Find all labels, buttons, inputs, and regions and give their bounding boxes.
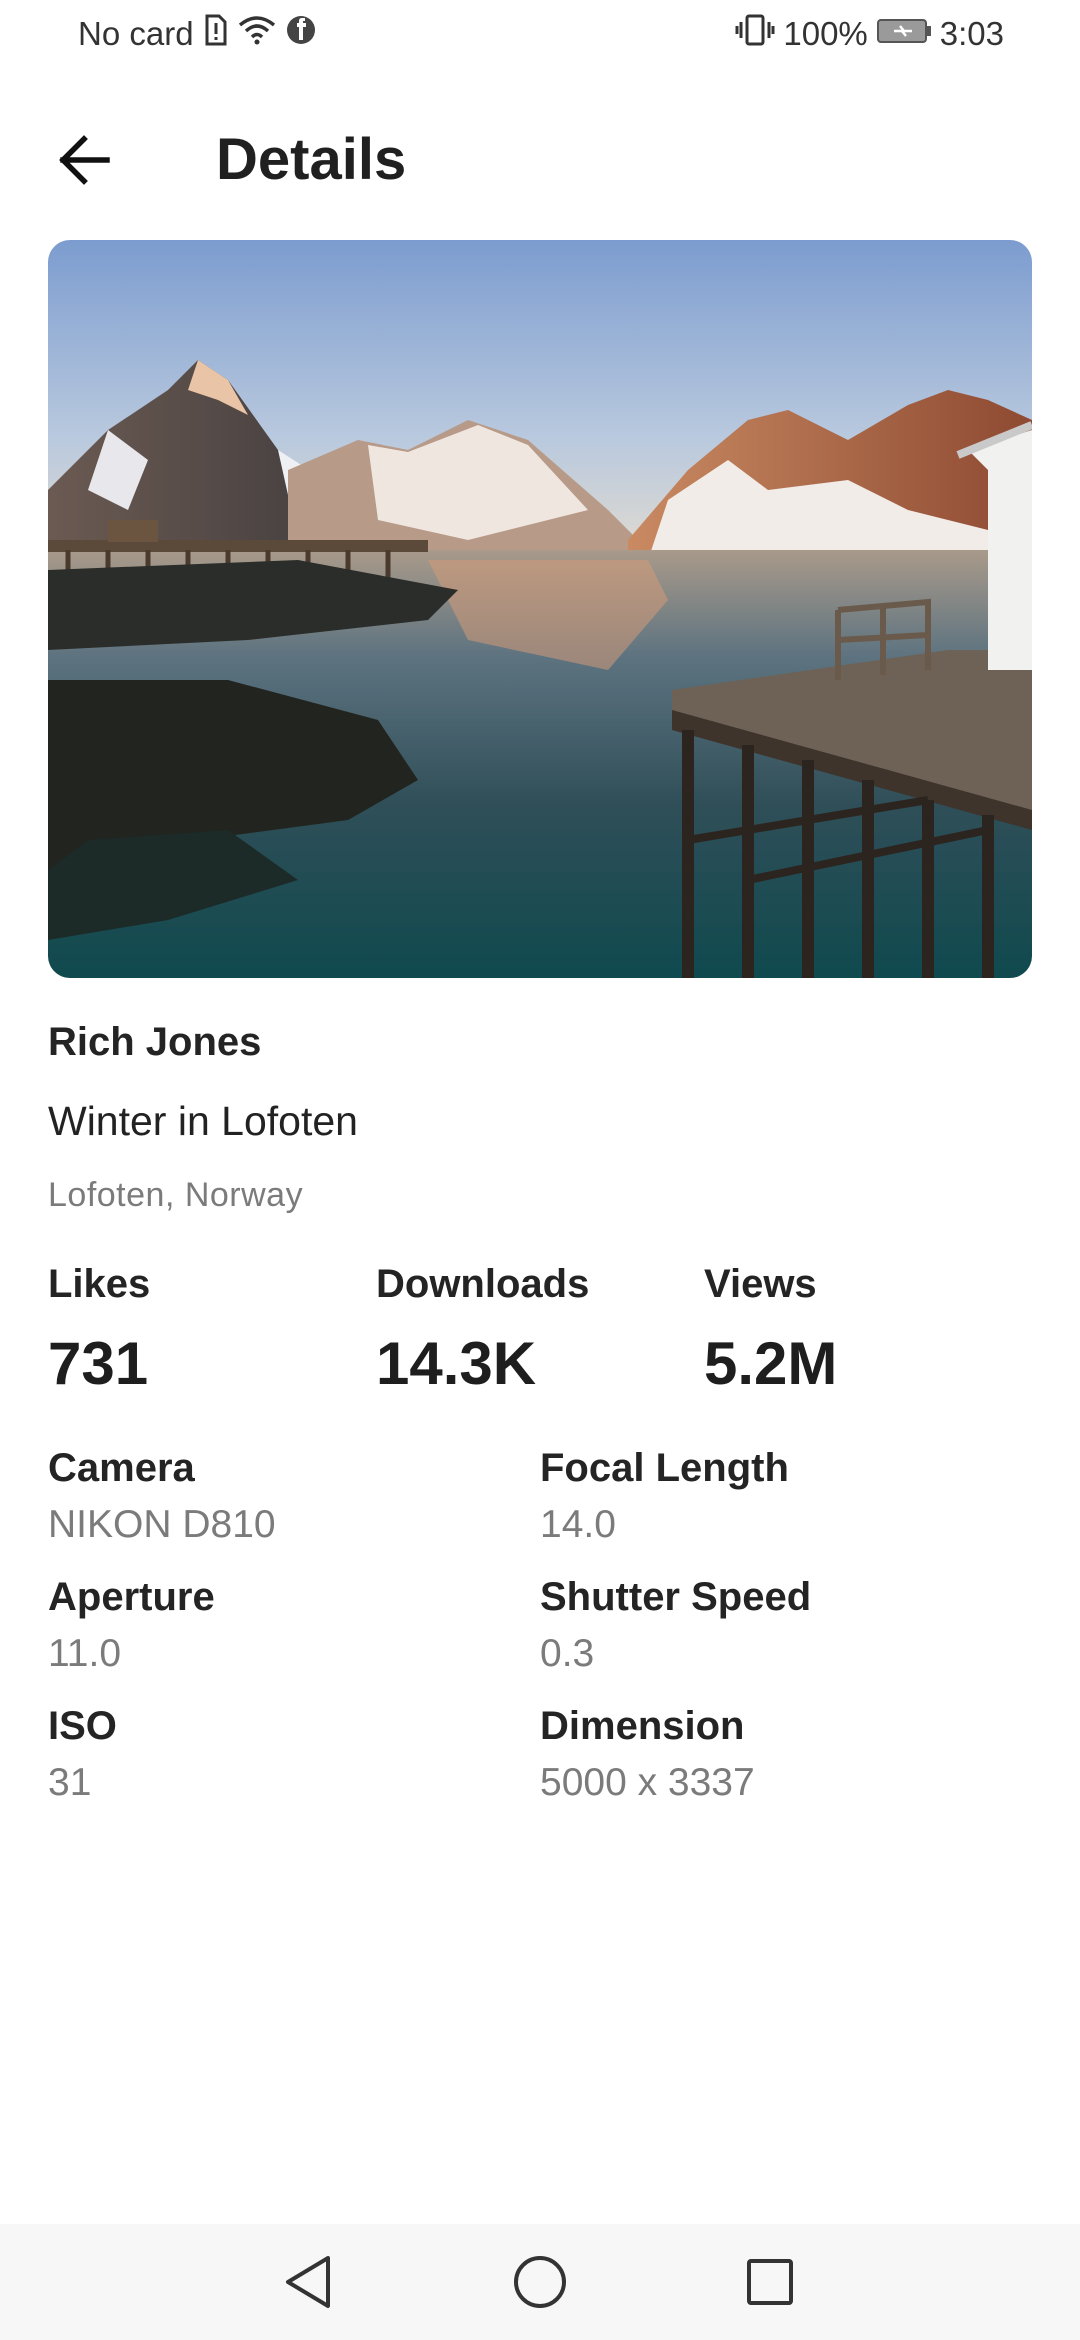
battery-percent: 100% — [783, 15, 868, 52]
stat-value: 731 — [48, 1330, 149, 1397]
nav-recents-button[interactable] — [738, 2250, 802, 2314]
battery-charging-icon — [876, 15, 932, 53]
sim-alert-icon — [204, 14, 228, 54]
photo-image[interactable] — [48, 240, 1032, 978]
author-name[interactable]: Rich Jones — [48, 1020, 261, 1065]
nav-home-button[interactable] — [508, 2250, 572, 2314]
app-bar: Details — [0, 112, 1080, 208]
info-value: NIKON D810 — [48, 1503, 276, 1546]
nav-home-icon — [514, 2256, 566, 2308]
stat-downloads: Downloads 14.3K — [376, 1262, 589, 1398]
exif-dimension: Dimension 5000 x 3337 — [540, 1704, 755, 1805]
nav-back-icon — [286, 2256, 330, 2308]
exif-shutter-speed: Shutter Speed 0.3 — [540, 1575, 811, 1676]
exif-iso: ISO 31 — [48, 1704, 117, 1805]
system-nav-bar — [0, 2224, 1080, 2340]
arrow-back-icon — [59, 135, 110, 185]
info-value: 0.3 — [540, 1632, 595, 1675]
back-button[interactable] — [50, 126, 118, 194]
wifi-icon — [238, 15, 276, 53]
exif-focal-length: Focal Length 14.0 — [540, 1446, 789, 1547]
info-label: Camera — [48, 1446, 195, 1490]
location-text: Lofoten, Norway — [48, 1176, 304, 1214]
carrier-text: No card — [78, 15, 194, 52]
page-title: Details — [216, 127, 407, 192]
info-value: 5000 x 3337 — [540, 1761, 755, 1804]
photo-title: Winter in Lofoten — [48, 1098, 358, 1144]
stat-label: Likes — [48, 1262, 151, 1306]
stat-label: Downloads — [376, 1262, 590, 1306]
clock: 3:03 — [939, 15, 1004, 52]
stat-value: 5.2M — [704, 1330, 838, 1397]
stat-label: Views — [704, 1262, 817, 1306]
info-value: 31 — [48, 1761, 92, 1804]
nav-back-button[interactable] — [276, 2250, 340, 2314]
info-label: Aperture — [48, 1575, 215, 1619]
stat-views: Views 5.2M — [704, 1262, 837, 1398]
stat-likes: Likes 731 — [48, 1262, 150, 1398]
nav-recents-icon — [747, 2259, 793, 2305]
status-bar: No card 100% 3:03 — [0, 0, 1080, 72]
exif-camera: Camera NIKON D810 — [48, 1446, 276, 1547]
info-label: ISO — [48, 1704, 117, 1748]
info-label: Dimension — [540, 1704, 745, 1748]
info-value: 14.0 — [540, 1503, 616, 1546]
info-label: Shutter Speed — [540, 1575, 812, 1619]
info-label: Focal Length — [540, 1446, 789, 1490]
exif-aperture: Aperture 11.0 — [48, 1575, 215, 1676]
info-value: 11.0 — [48, 1632, 122, 1675]
facebook-icon — [286, 15, 316, 53]
vibrate-icon — [735, 14, 775, 54]
stat-value: 14.3K — [376, 1330, 537, 1397]
